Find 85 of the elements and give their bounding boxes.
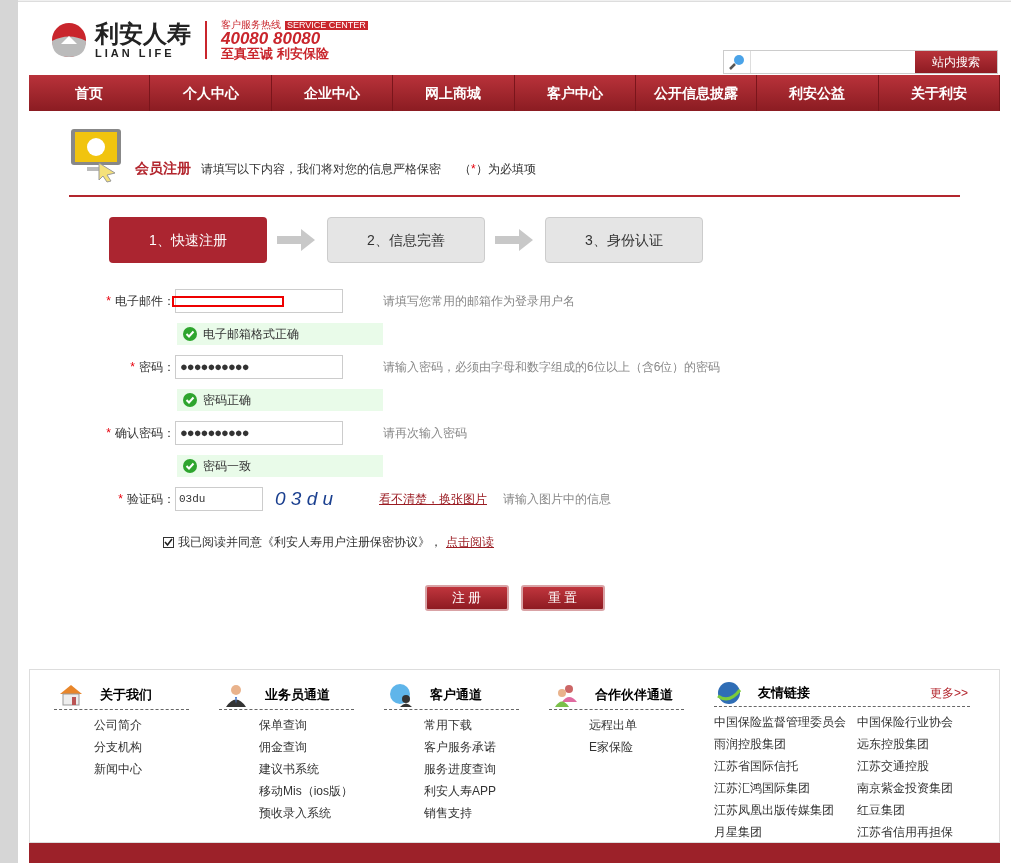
required-mark: * — [106, 293, 111, 310]
required-mark: * — [130, 359, 135, 376]
captcha-field[interactable]: 03du — [175, 487, 263, 511]
checkmark-icon — [164, 537, 173, 547]
friend-link[interactable]: 雨润控股集团 — [714, 733, 857, 755]
nav-item[interactable]: 关于利安 — [878, 75, 1000, 111]
required-mark: * — [118, 491, 123, 508]
friend-link[interactable]: 江苏省信用再担保 — [857, 821, 970, 843]
footer-heading: 业务员通道 — [265, 685, 330, 704]
reset-button[interactable]: 重 置 — [520, 585, 605, 611]
field-hint: 请输入图片中的信息 — [503, 491, 611, 508]
validation-text: 密码正确 — [203, 392, 251, 409]
footer-link[interactable]: 建议书系统 — [259, 758, 354, 780]
more-link[interactable]: 更多>> — [930, 684, 968, 702]
brand-name: 利安人寿 — [95, 21, 191, 46]
check-icon — [183, 459, 197, 473]
friend-link[interactable]: 远东控股集团 — [857, 733, 970, 755]
read-agreement-link[interactable]: 点击阅读 — [446, 533, 494, 551]
password-field[interactable]: ●●●●●●●●●● — [175, 421, 343, 445]
check-icon — [183, 327, 197, 341]
field-label: 确认密码： — [115, 425, 175, 442]
footer-link[interactable]: 佣金查询 — [259, 736, 354, 758]
footer-link[interactable]: 分支机构 — [94, 736, 189, 758]
password-field[interactable]: ●●●●●●●●●● — [175, 355, 343, 379]
refresh-captcha-link[interactable]: 看不清楚，换张图片 — [379, 490, 487, 508]
hotline-tag: SERVICE CENTER — [285, 20, 368, 30]
footer-heading: 合作伙伴通道 — [595, 685, 673, 704]
page-title: 会员注册 — [135, 159, 191, 178]
footer-heading: 友情链接 — [758, 684, 810, 703]
nav-item[interactable]: 企业中心 — [271, 75, 394, 111]
intro-text: 请填写以下内容，我们将对您的信息严格保密 — [201, 161, 441, 178]
hotline-label: 客户服务热线 — [221, 20, 281, 30]
nav-item[interactable]: 利安公益 — [757, 75, 879, 111]
email-field[interactable] — [175, 289, 343, 313]
footer-link[interactable]: 远程出单 — [589, 714, 684, 736]
footer-link[interactable]: 客户服务承诺 — [424, 736, 519, 758]
friend-link[interactable]: 江苏汇鸿国际集团 — [714, 777, 857, 799]
field-label: 验证码： — [127, 491, 175, 508]
footer-link[interactable]: 常用下载 — [424, 714, 519, 736]
friend-link[interactable]: 中国保险监督管理委员会 — [714, 711, 857, 733]
field-label: 密码： — [139, 359, 175, 376]
friend-link[interactable]: 红豆集团 — [857, 799, 970, 821]
field-hint: 请输入密码，必须由字母和数字组成的6位以上（含6位）的密码 — [383, 359, 721, 376]
footer-link[interactable]: 新闻中心 — [94, 758, 189, 780]
friend-link[interactable]: 中国保险行业协会 — [857, 711, 970, 733]
globe-icon — [388, 681, 414, 708]
field-hint: 请填写您常用的邮箱作为登录用户名 — [383, 293, 575, 310]
friend-link[interactable]: 江苏省国际信托 — [714, 755, 857, 777]
slogan: 至真至诚 利安保险 — [221, 47, 330, 60]
nav-item[interactable]: 公开信息披露 — [635, 75, 758, 111]
required-note: （*）为必填项 — [459, 161, 536, 178]
globe-icon — [716, 680, 742, 706]
agree-checkbox[interactable] — [163, 536, 174, 548]
footer-heading: 客户通道 — [430, 685, 482, 704]
footer-link[interactable]: 预收录入系统 — [259, 802, 354, 824]
footer-link[interactable]: 利安人寿APP — [424, 780, 519, 802]
logo-icon — [51, 22, 87, 58]
register-button[interactable]: 注 册 — [424, 585, 509, 611]
brand-english: LIAN LIFE — [95, 47, 176, 59]
nav-item[interactable]: 个人中心 — [150, 75, 272, 111]
field-label: 电子邮件： — [115, 293, 175, 310]
footer-link[interactable]: E家保险 — [589, 736, 684, 758]
footer-link[interactable]: 服务进度查询 — [424, 758, 519, 780]
validation-text: 密码一致 — [203, 458, 251, 475]
nav-item[interactable]: 客户中心 — [514, 75, 636, 111]
captcha-image: 0 3 d u — [275, 486, 335, 511]
friend-link[interactable]: 南京紫金投资集团 — [857, 777, 970, 799]
arrow-icon — [277, 229, 317, 251]
friend-link[interactable]: 月星集团 — [714, 821, 857, 843]
footer-link[interactable]: 销售支持 — [424, 802, 519, 824]
required-mark: * — [106, 425, 111, 442]
arrow-icon — [495, 229, 535, 251]
footer-heading: 关于我们 — [100, 685, 152, 704]
friend-link[interactable]: 江苏凤凰出版传媒集团 — [714, 799, 857, 821]
nav-item[interactable]: 网上商城 — [393, 75, 515, 111]
validation-text: 电子邮箱格式正确 — [203, 326, 299, 343]
check-icon — [183, 393, 197, 407]
footer-link[interactable]: 移动Mis（ios版） — [259, 780, 354, 802]
nav-item[interactable]: 首页 — [29, 75, 151, 111]
friend-link[interactable]: 江苏交通控股 — [857, 755, 970, 777]
footer-link[interactable]: 公司简介 — [94, 714, 189, 736]
hotline-number: 40080 80080 — [221, 30, 321, 47]
footer-link[interactable]: 保单查询 — [259, 714, 354, 736]
field-hint: 请再次输入密码 — [383, 425, 467, 442]
agreement-text: 我已阅读并同意《利安人寿用户注册保密协议》， — [178, 534, 442, 551]
